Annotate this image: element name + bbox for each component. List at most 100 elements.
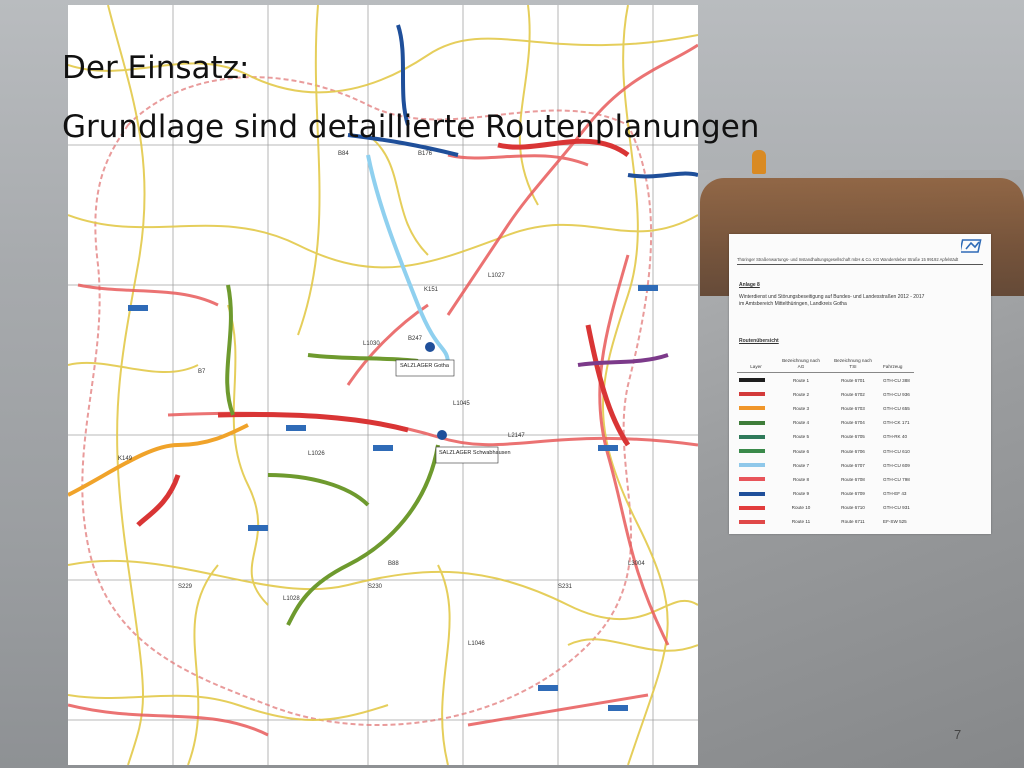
col-header-ag: Bezeichnung nach AG (782, 358, 820, 369)
vehicle-plate: GTH-CU 609 (883, 462, 910, 468)
route-name-tsi: Route 6704 (841, 420, 865, 426)
vehicle-plate: GTH-CU 655 (883, 405, 910, 411)
document-subtitle: Winterdienst und Störungsbeseitigung auf… (739, 294, 979, 307)
route-name-ag: Route 3 (792, 405, 810, 411)
svg-text:L1030: L1030 (363, 341, 380, 347)
vehicle-plate: GTH-CK 171 (883, 420, 910, 426)
table-row: Route 3 Route 6703 GTH-CU 655 (737, 401, 914, 415)
route-name-tsi: Route 6710 (841, 505, 865, 511)
svg-text:L2147: L2147 (508, 433, 525, 439)
table-row: Route 2 Route 6702 GTH-CU 936 (737, 387, 914, 401)
svg-text:L3004: L3004 (628, 561, 645, 567)
route-lines-thick (136, 138, 631, 527)
table-row: Route 5 Route 6705 GTH-RK 40 (737, 430, 914, 444)
table-row: Route 9 Route 6709 GTH-EF 43 (737, 487, 914, 501)
subtitle-line2: im Amtsbereich Mittelthüringen, Landkrei… (739, 300, 847, 307)
svg-text:B84: B84 (338, 151, 349, 157)
route-name-tsi: Route 6705 (841, 434, 865, 440)
route-name-ag: Route 10 (791, 505, 811, 511)
route-line-purple (577, 353, 669, 367)
layer-swatch (737, 487, 775, 501)
svg-text:B247: B247 (408, 336, 423, 342)
route-name-tsi: Route 6707 (841, 462, 865, 468)
overview-heading: Routenübersicht (739, 338, 779, 344)
table-row: Route 1 Route 6701 GTH-CU 388 (737, 373, 914, 388)
svg-text:L1026: L1026 (308, 451, 325, 457)
route-name-ag: Route 2 (792, 391, 810, 397)
layer-swatch (737, 373, 775, 388)
layer-swatch (737, 387, 775, 401)
layer-swatch (737, 444, 775, 458)
route-color-swatch (739, 406, 765, 411)
beacon-lamp (752, 150, 766, 174)
layer-swatch (737, 515, 775, 529)
route-color-swatch (739, 477, 765, 482)
svg-text:SALZLAGER Schwabhausen: SALZLAGER Schwabhausen (439, 450, 511, 456)
route-name-ag: Route 9 (792, 491, 810, 497)
layer-swatch (737, 430, 775, 444)
route-name-tsi: Route 6709 (841, 491, 865, 497)
route-overview-document: Thüringer Straßenwartungs- und Instandha… (729, 234, 991, 534)
route-name-ag: Route 5 (792, 434, 810, 440)
vehicle-plate: GTH-CU 610 (883, 448, 910, 454)
svg-text:B88: B88 (388, 561, 399, 567)
col-header-vehicle: Fahrzeug (883, 363, 903, 369)
route-color-swatch (739, 420, 765, 425)
col-header-tsi: Bezeichnung nach TSI (834, 358, 872, 369)
route-name-tsi: Route 6711 (841, 519, 865, 525)
layer-swatch (737, 458, 775, 472)
table-row: Route 8 Route 6708 GTH-CU 798 (737, 472, 914, 486)
district-boundary (81, 76, 653, 726)
route-name-tsi: Route 6702 (841, 391, 865, 397)
route-name-tsi: Route 6706 (841, 448, 865, 454)
layer-swatch (737, 472, 775, 486)
table-row: Route 6 Route 6706 GTH-CU 610 (737, 444, 914, 458)
route-name-ag: Route 11 (791, 519, 811, 525)
route-color-swatch (739, 519, 765, 524)
company-logo-icon (961, 239, 982, 253)
route-name-ag: Route 8 (792, 476, 810, 482)
layer-swatch (737, 501, 775, 515)
layer-swatch (737, 416, 775, 430)
svg-text:S230: S230 (368, 584, 383, 590)
svg-text:L1027: L1027 (488, 273, 505, 279)
table-row: Route 4 Route 6704 GTH-CK 171 (737, 416, 914, 430)
route-color-swatch (739, 434, 765, 439)
road-shields (128, 285, 658, 711)
table-row: Route 10 Route 6710 GTH-CU 931 (737, 501, 914, 515)
vehicle-plate: GTH-CU 388 (883, 377, 910, 383)
route-color-swatch (739, 505, 765, 510)
route-name-ag: Route 4 (792, 420, 810, 426)
page-number: 7 (954, 727, 962, 742)
svg-text:B7: B7 (198, 369, 206, 375)
svg-text:S229: S229 (178, 584, 193, 590)
route-color-swatch (739, 449, 765, 454)
route-color-swatch (739, 378, 765, 383)
vehicle-plate: GTH-EF 43 (883, 491, 907, 497)
slide-title-line1: Der Einsatz: (62, 50, 250, 86)
col-header-layer: Layer (750, 363, 762, 369)
svg-text:K151: K151 (424, 287, 439, 293)
header-rule (737, 264, 983, 265)
vehicle-plate: GTH-CU 936 (883, 391, 910, 397)
route-name-ag: Route 7 (792, 462, 810, 468)
route-color-swatch (739, 463, 765, 468)
vehicle-plate: GTH-CU 931 (883, 505, 910, 511)
vehicle-plate: EF-SW 525 (883, 519, 907, 525)
document-header: Thüringer Straßenwartungs- und Instandha… (737, 257, 959, 262)
route-color-swatch (739, 491, 765, 496)
route-name-tsi: Route 6708 (841, 476, 865, 482)
svg-text:S231: S231 (558, 584, 573, 590)
svg-text:L1045: L1045 (453, 401, 470, 407)
route-name-tsi: Route 6703 (841, 405, 865, 411)
route-name-ag: Route 6 (792, 448, 810, 454)
layer-swatch (737, 401, 775, 415)
svg-text:K149: K149 (118, 456, 133, 462)
document-heading: Anlage 8 (739, 282, 760, 288)
svg-text:B176: B176 (418, 151, 433, 157)
vehicle-plate: GTH-RK 40 (883, 434, 907, 440)
svg-text:SALZLAGER Gotha: SALZLAGER Gotha (400, 363, 450, 369)
route-line-orange (68, 423, 249, 497)
route-name-ag: Route 1 (792, 377, 810, 383)
route-color-swatch (739, 392, 765, 397)
